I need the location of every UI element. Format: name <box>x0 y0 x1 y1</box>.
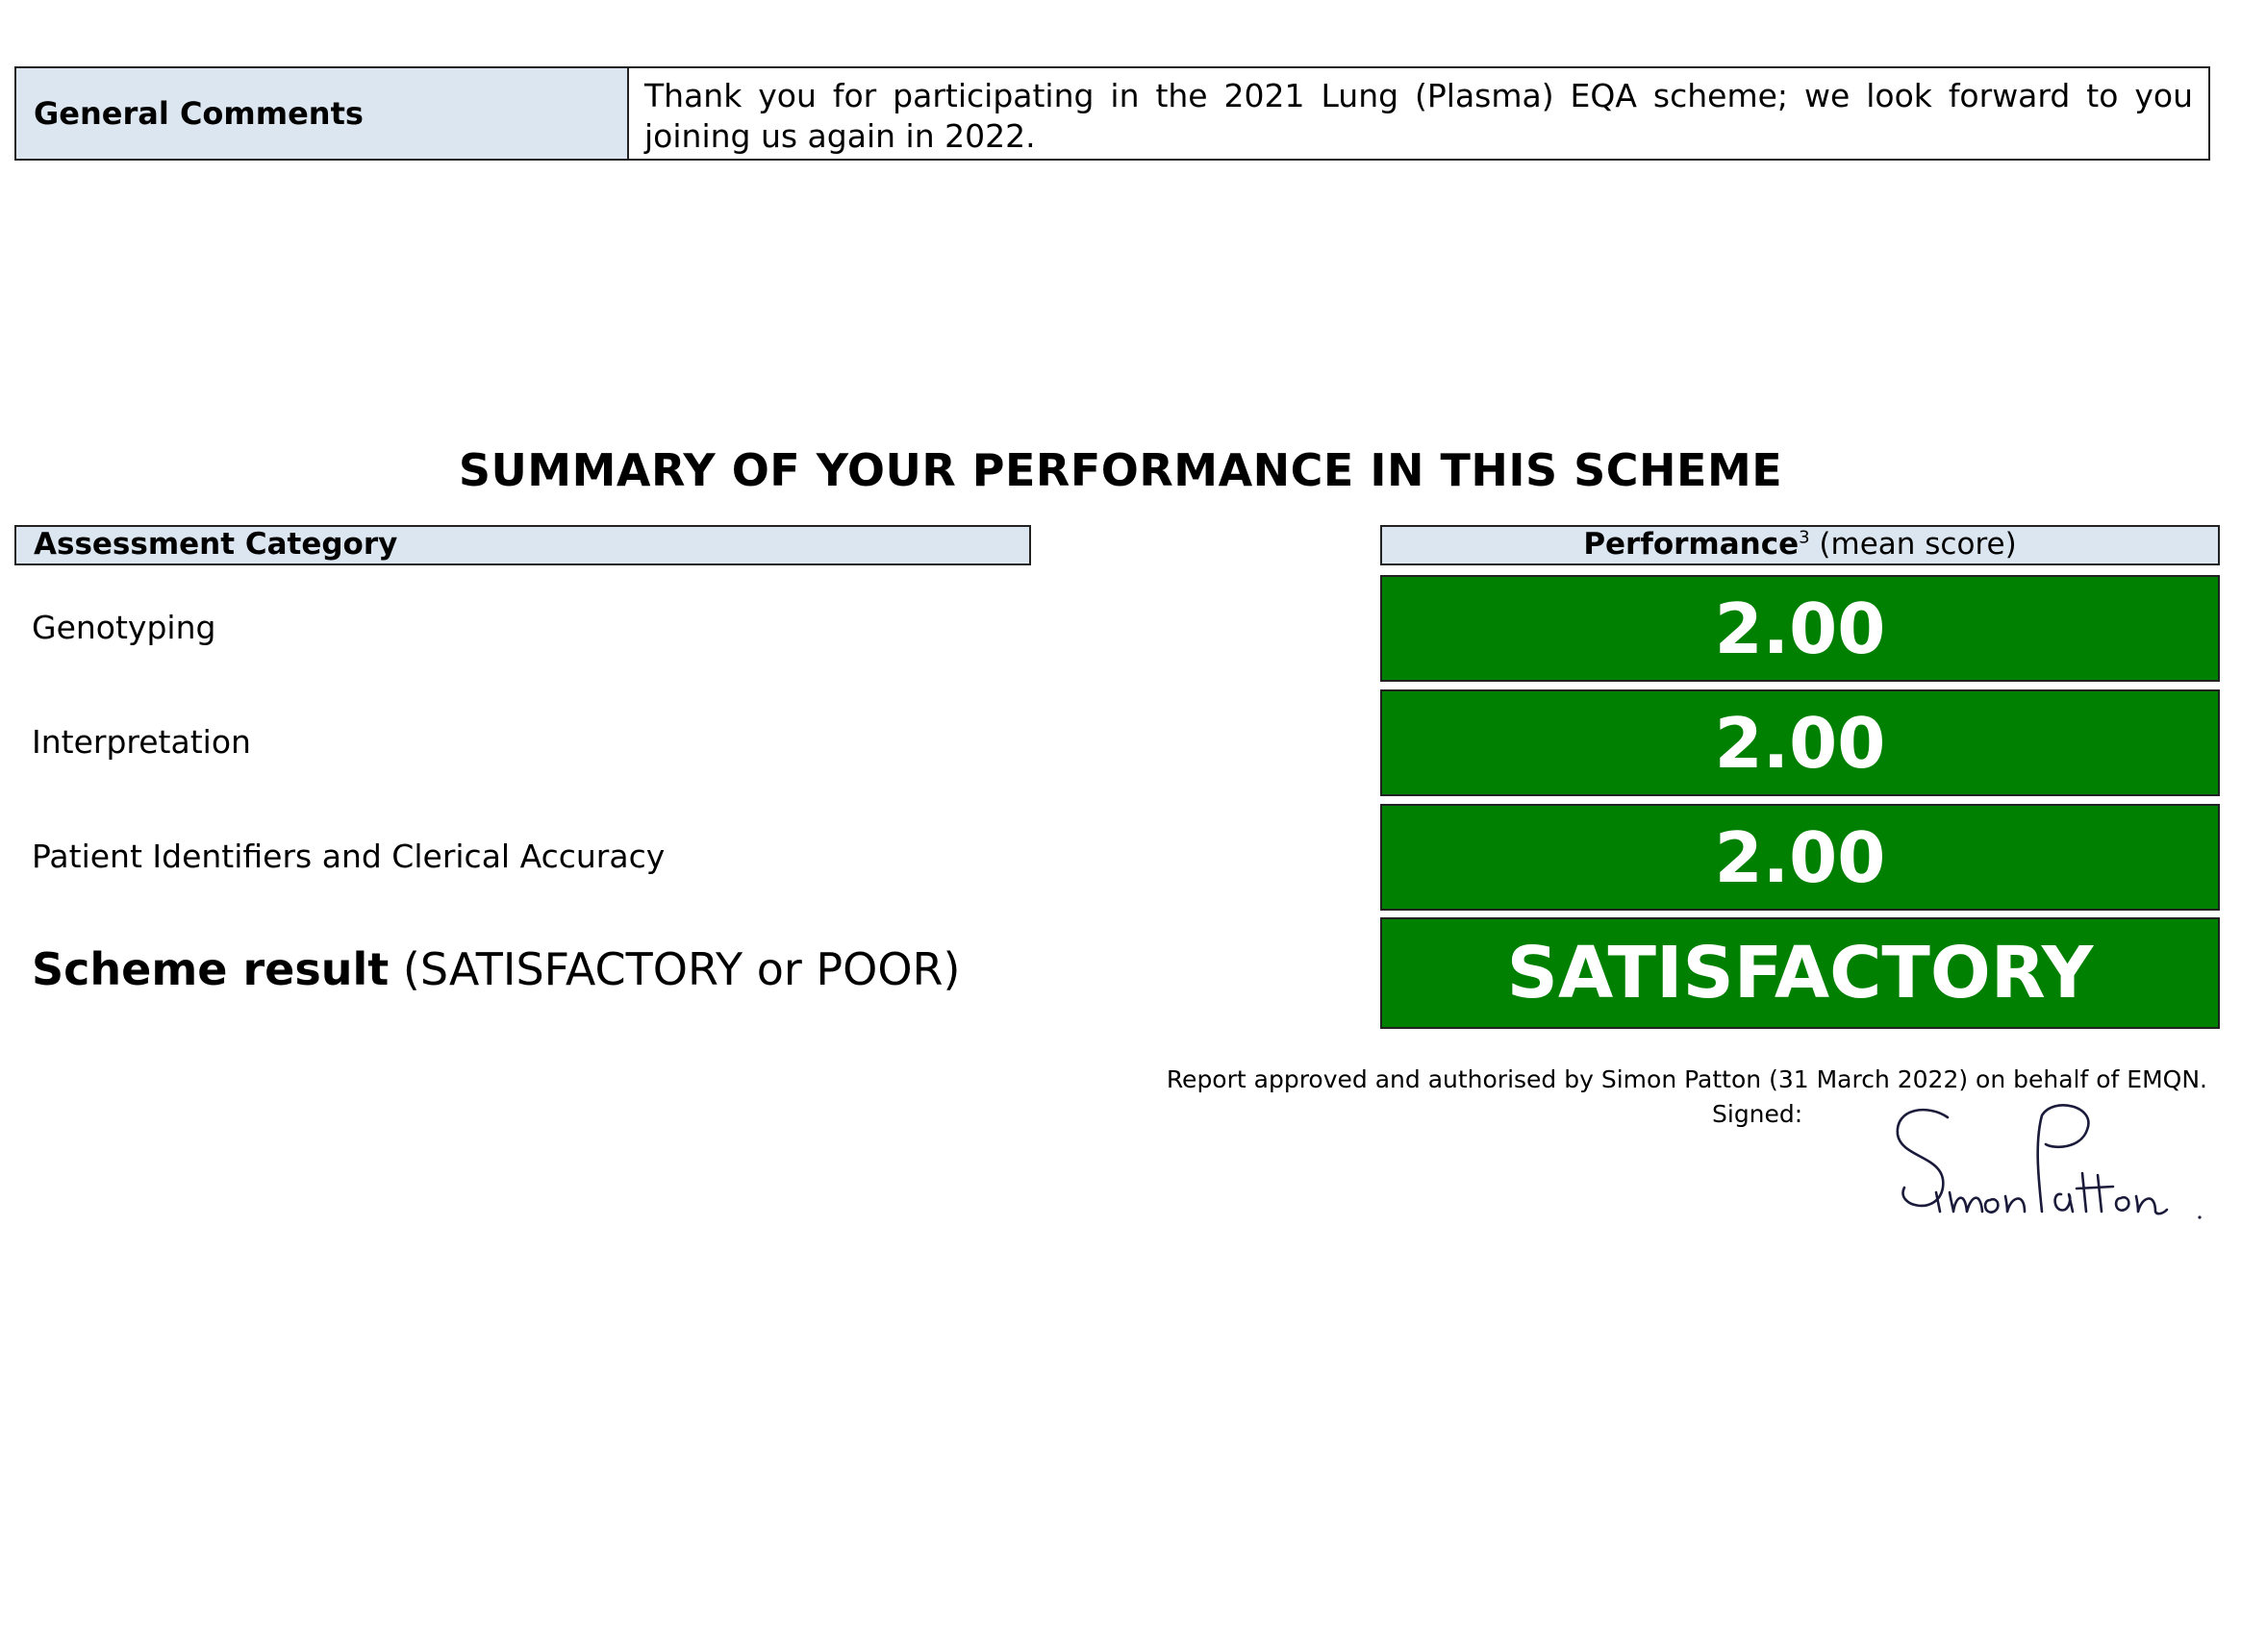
summary-heading: SUMMARY OF YOUR PERFORMANCE IN THIS SCHE… <box>458 444 1783 496</box>
scheme-result-label-note: (SATISFACTORY or POOR) <box>389 943 961 995</box>
score-interpretation: 2.00 <box>1380 689 2220 796</box>
signed-label: Signed: <box>1712 1100 1803 1128</box>
category-genotyping: Genotyping <box>32 609 216 646</box>
footnote-marker: 3 <box>1799 527 1810 548</box>
category-patient-identifiers: Patient Identifiers and Clerical Accurac… <box>32 838 666 875</box>
performance-header: Performance3 (mean score) <box>1380 525 2220 565</box>
scheme-result-value: SATISFACTORY <box>1380 917 2220 1029</box>
general-comments-label: General Comments <box>16 68 629 159</box>
performance-header-label: Performance <box>1583 527 1800 562</box>
score-genotyping: 2.00 <box>1380 575 2220 682</box>
scheme-result-label-bold: Scheme result <box>32 943 390 995</box>
score-patient-identifiers: 2.00 <box>1380 804 2220 911</box>
category-interpretation: Interpretation <box>32 723 251 761</box>
approval-statement: Report approved and authorised by Simon … <box>1166 1065 2207 1093</box>
signature-image <box>1896 1104 2202 1219</box>
assessment-category-header: Assessment Category <box>14 525 1031 565</box>
general-comments-text: Thank you for participating in the 2021 … <box>644 77 2193 155</box>
scheme-result-label: Scheme result (SATISFACTORY or POOR) <box>32 943 960 995</box>
general-comments-table: General Comments Thank you for participa… <box>14 66 2210 161</box>
performance-header-note: (mean score) <box>1809 527 2017 562</box>
